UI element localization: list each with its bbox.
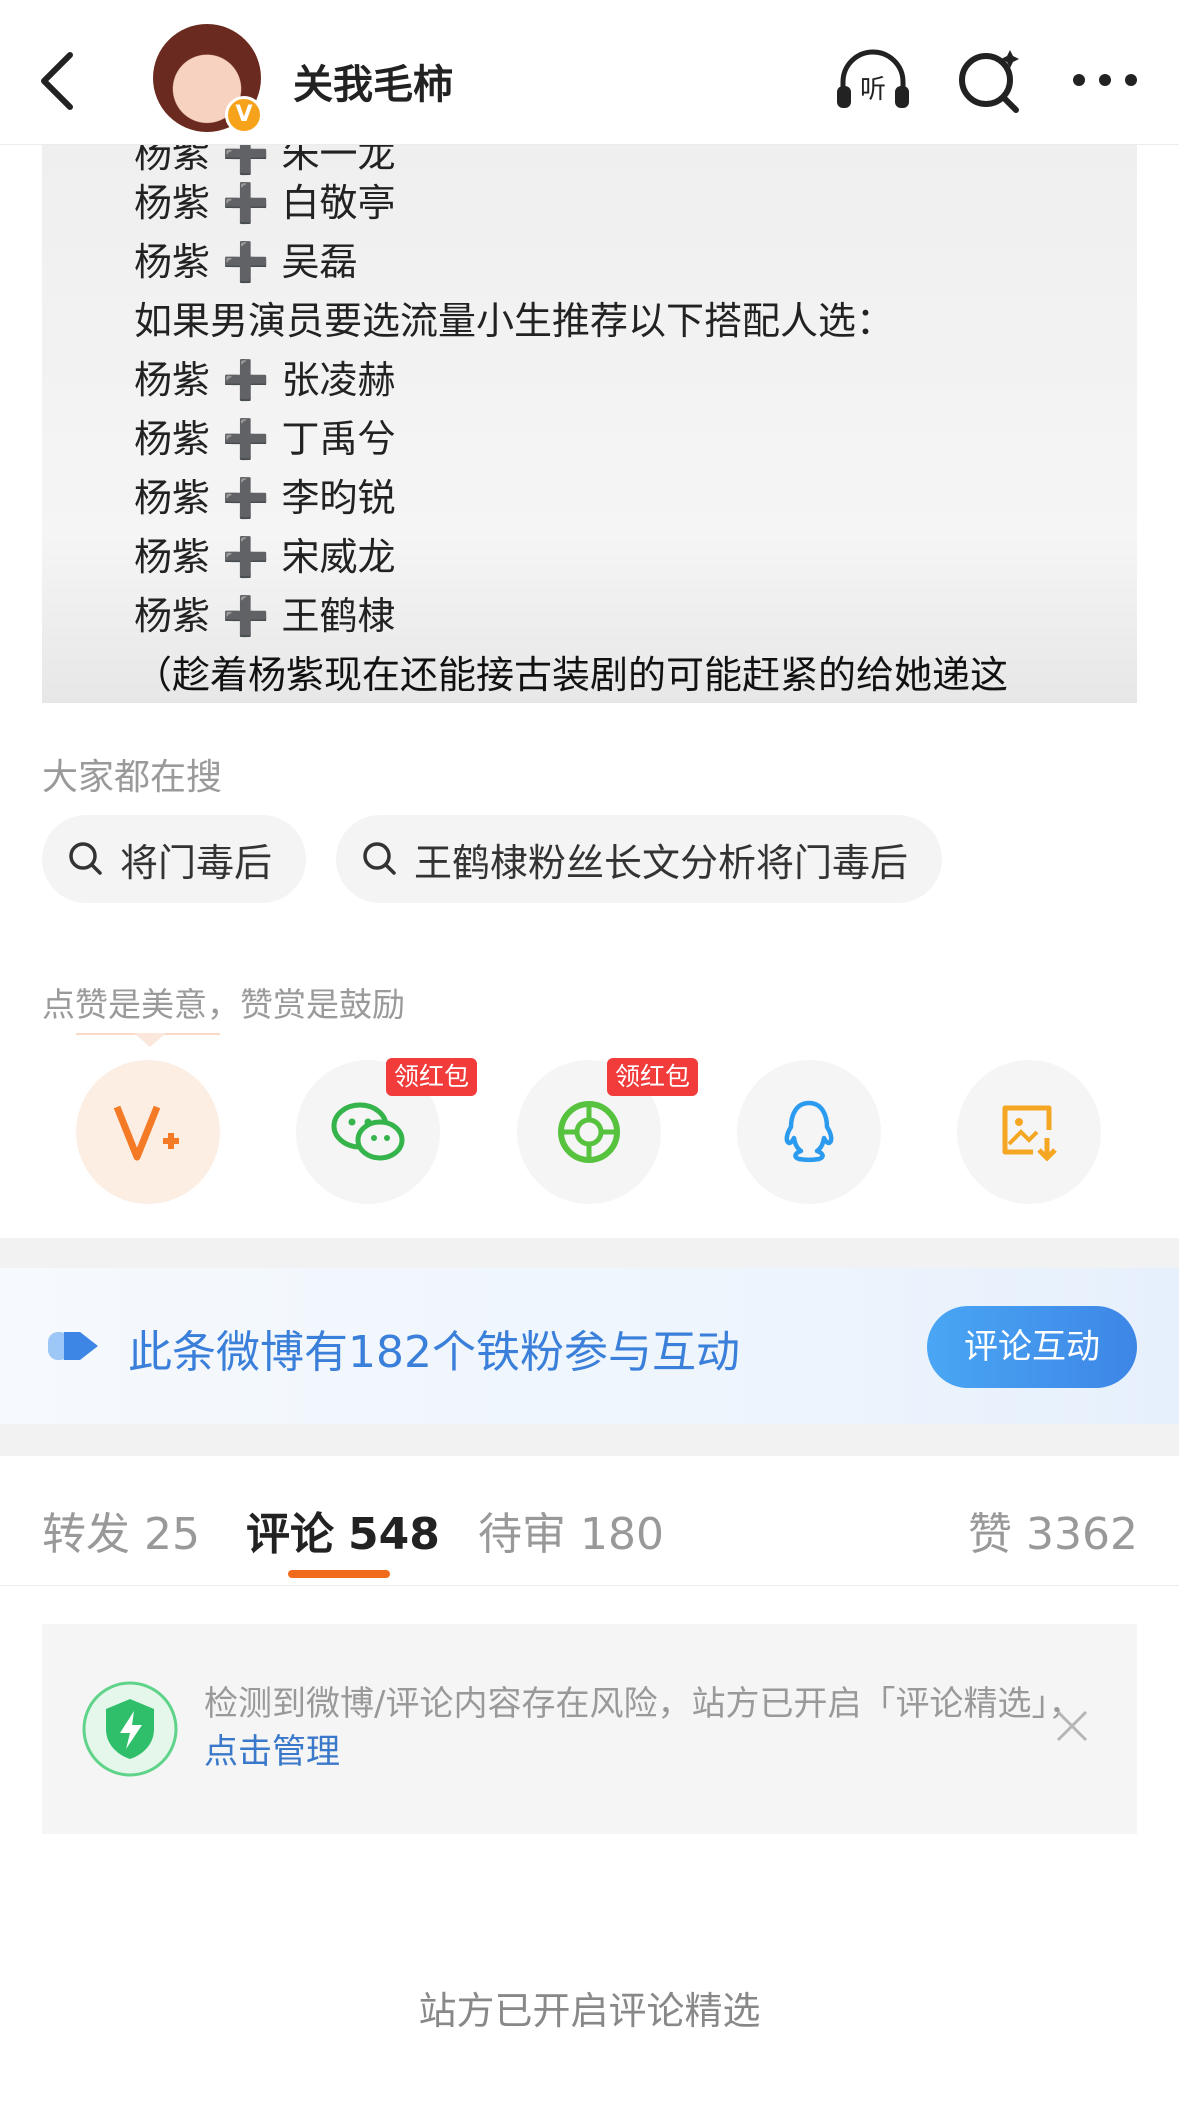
search-chip[interactable]: 王鹤棣粉丝长文分析将门毒后 (336, 815, 943, 903)
post-image-line: 杨紫 ➕ 白敬亭 (134, 181, 396, 225)
red-packet-badge: 领红包 (386, 1058, 478, 1096)
notice-text: 检测到微博/评论内容存在风险，站方已开启「评论精选」， 点击管理 (204, 1680, 1084, 1776)
post-image-line: 杨紫 ➕ 宋威龙 (134, 535, 396, 579)
save-image-icon (1002, 1105, 1057, 1162)
tab-label: 赞 (968, 1509, 1012, 1560)
comment-interact-button[interactable]: 评论互动 (927, 1306, 1137, 1388)
tab-comments[interactable]: 评论 548 (246, 1498, 440, 1562)
post-image-line: 杨紫 ➕ 张凌赫 (134, 358, 396, 402)
post-image-line: 杨紫 ➕ 丁禹兮 (134, 417, 396, 461)
save-image-button[interactable] (957, 1060, 1101, 1204)
tab-likes[interactable]: 赞 3362 (968, 1498, 1138, 1562)
search-icon[interactable] (950, 42, 1030, 122)
back-icon[interactable] (30, 45, 90, 115)
post-image-line: 杨紫 ➕ 李昀锐 (134, 476, 396, 520)
manage-link[interactable]: 点击管理 (204, 1732, 340, 1772)
close-icon[interactable] (1052, 1706, 1092, 1746)
svg-text:听: 听 (860, 75, 886, 105)
tab-count: 548 (348, 1509, 440, 1560)
fan-arrow-icon (48, 1332, 98, 1360)
weibo-v-plus-button[interactable] (76, 1060, 220, 1204)
avatar[interactable]: V (153, 24, 263, 134)
search-section-title: 大家都在搜 (42, 757, 223, 798)
qq-icon (784, 1100, 834, 1162)
tab-pending[interactable]: 待审 180 (478, 1498, 664, 1562)
search-chip-label: 王鹤棣粉丝长文分析将门毒后 (414, 840, 909, 885)
tab-repost[interactable]: 转发 25 (42, 1498, 200, 1562)
post-image[interactable]: 杨紫 ➕ 朱一龙 杨紫 ➕ 白敬亭 杨紫 ➕ 吴磊 如果男演员要选流量小生推荐以… (42, 145, 1137, 703)
share-qq-button[interactable] (737, 1060, 881, 1204)
tab-count: 25 (144, 1509, 200, 1560)
top-bar: V 关我毛柿 听 (0, 0, 1179, 145)
verified-badge-icon: V (225, 96, 263, 134)
post-image-line: 杨紫 ➕ 吴磊 (134, 240, 358, 284)
section-divider (0, 1238, 1179, 1268)
comment-risk-notice: 检测到微博/评论内容存在风险，站方已开启「评论精选」， 点击管理 (42, 1624, 1137, 1834)
comment-selection-status: 站方已开启评论精选 (418, 1989, 761, 2033)
search-icon (69, 842, 102, 875)
reward-section-title: 点赞是美意，赞赏是鼓励 (42, 985, 405, 1024)
tab-count: 180 (580, 1509, 664, 1560)
post-image-line: 杨紫 ➕ 王鹤棣 (134, 594, 396, 638)
listen-icon[interactable]: 听 (833, 42, 913, 122)
active-tab-indicator (288, 1570, 390, 1578)
fan-banner-text: 此条微博有182个铁粉参与互动 (128, 1327, 740, 1378)
shield-icon (82, 1681, 178, 1777)
notice-message: 检测到微博/评论内容存在风险，站方已开启「评论精选」， (204, 1684, 1083, 1724)
red-packet-badge: 领红包 (607, 1058, 699, 1096)
tab-label: 待审 (478, 1509, 566, 1560)
post-image-line: 如果男演员要选流量小生推荐以下搭配人选： (134, 299, 895, 343)
reward-tooltip-pointer (76, 1033, 220, 1047)
username[interactable]: 关我毛柿 (293, 52, 453, 110)
moments-icon (558, 1101, 620, 1163)
tab-count: 3362 (1026, 1509, 1138, 1560)
section-divider (0, 1424, 1179, 1456)
fan-interaction-banner[interactable]: 此条微博有182个铁粉参与互动 评论互动 (0, 1268, 1179, 1424)
post-tabs: 转发 25 评论 548 待审 180 赞 3362 (0, 1456, 1179, 1586)
search-icon (363, 842, 396, 875)
search-chip-label: 将门毒后 (120, 840, 273, 885)
tab-label: 评论 (246, 1509, 334, 1560)
more-icon[interactable] (1065, 42, 1145, 122)
wechat-icon (331, 1102, 405, 1161)
post-image-line: （趁着杨紫现在还能接古装剧的可能赶紧的给她递这 (134, 653, 1009, 697)
search-chip[interactable]: 将门毒后 (42, 815, 307, 903)
weibo-v-plus-icon (113, 1105, 179, 1161)
tab-label: 转发 (42, 1509, 130, 1560)
